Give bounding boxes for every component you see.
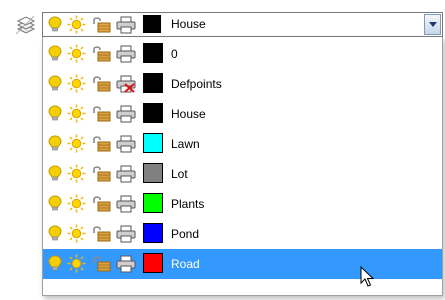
padlock-icon[interactable]: [92, 195, 112, 215]
printer-icon[interactable]: [116, 165, 136, 186]
layer-name: Defpoints: [171, 77, 222, 91]
current-layer-row: House: [43, 13, 423, 36]
printer-icon[interactable]: [116, 105, 136, 126]
printer-disabled-icon[interactable]: [116, 75, 136, 96]
mouse-pointer-icon: [360, 265, 376, 291]
layer-color-swatch[interactable]: [143, 133, 163, 153]
printer-icon[interactable]: [116, 225, 136, 246]
layer-color-swatch[interactable]: [143, 193, 163, 213]
layer-name: Plants: [171, 197, 205, 211]
padlock-icon[interactable]: [92, 135, 112, 155]
layer-name: Lawn: [171, 137, 200, 151]
layer-color-swatch[interactable]: [143, 15, 161, 33]
sun-icon[interactable]: [67, 15, 86, 37]
layer-color-swatch[interactable]: [143, 43, 163, 63]
layer-dropdown-list: 0 Defpoints House Lawn Lot Plants Pond R…: [42, 37, 443, 296]
sun-icon[interactable]: [67, 74, 86, 96]
sun-icon[interactable]: [67, 44, 86, 66]
lightbulb-icon[interactable]: [48, 75, 62, 95]
printer-icon[interactable]: [116, 45, 136, 66]
sun-icon[interactable]: [67, 254, 86, 276]
printer-icon[interactable]: [116, 16, 136, 37]
lightbulb-icon[interactable]: [48, 135, 62, 155]
sun-icon[interactable]: [67, 104, 86, 126]
layer-row[interactable]: 0: [43, 39, 442, 69]
layer-color-swatch[interactable]: [143, 73, 163, 93]
layer-row[interactable]: Lawn: [43, 129, 442, 159]
printer-icon[interactable]: [116, 195, 136, 216]
dropdown-button[interactable]: [424, 14, 441, 35]
padlock-icon[interactable]: [92, 225, 112, 245]
padlock-icon[interactable]: [92, 75, 112, 95]
padlock-icon[interactable]: [92, 45, 112, 65]
lightbulb-icon[interactable]: [48, 105, 62, 125]
printer-icon[interactable]: [116, 135, 136, 156]
padlock-icon[interactable]: [92, 105, 112, 125]
layer-row[interactable]: Defpoints: [43, 69, 442, 99]
layer-name: Lot: [171, 167, 188, 181]
padlock-icon[interactable]: [92, 255, 112, 275]
lightbulb-icon[interactable]: [48, 195, 62, 215]
layer-row[interactable]: Plants: [43, 189, 442, 219]
layer-color-swatch[interactable]: [143, 103, 163, 123]
layer-color-swatch[interactable]: [143, 163, 163, 183]
sun-icon[interactable]: [67, 194, 86, 216]
layer-row[interactable]: Lot: [43, 159, 442, 189]
layer-combo-box[interactable]: House: [42, 12, 443, 37]
layer-name: House: [171, 107, 206, 121]
layer-name: Pond: [171, 227, 200, 241]
lightbulb-icon[interactable]: [48, 255, 62, 275]
layer-color-swatch[interactable]: [143, 223, 163, 243]
padlock-icon[interactable]: [92, 16, 112, 36]
lightbulb-icon[interactable]: [48, 45, 62, 65]
layer-name: 0: [171, 47, 178, 61]
printer-icon[interactable]: [116, 255, 136, 276]
sun-icon[interactable]: [67, 164, 86, 186]
lightbulb-icon[interactable]: [48, 225, 62, 245]
layer-row[interactable]: Road: [43, 249, 442, 279]
layer-row[interactable]: Pond: [43, 219, 442, 249]
padlock-icon[interactable]: [92, 165, 112, 185]
lightbulb-icon[interactable]: [48, 16, 62, 36]
sun-icon[interactable]: [67, 224, 86, 246]
current-layer-name: House: [171, 17, 206, 31]
layer-row[interactable]: House: [43, 99, 442, 129]
layers-icon[interactable]: [13, 14, 37, 36]
sun-icon[interactable]: [67, 134, 86, 156]
lightbulb-icon[interactable]: [48, 165, 62, 185]
layer-name: Road: [171, 257, 200, 271]
layer-color-swatch[interactable]: [143, 253, 163, 273]
